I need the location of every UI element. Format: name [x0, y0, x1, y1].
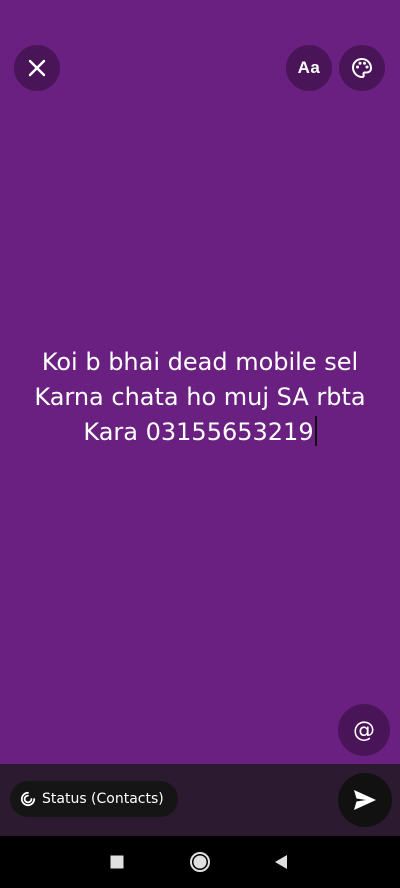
home-icon	[190, 852, 210, 872]
palette-icon	[351, 57, 373, 79]
bottom-bar: Status (Contacts)	[0, 764, 400, 836]
text-caret	[314, 416, 317, 446]
recents-button[interactable]	[101, 846, 133, 878]
system-navigation-bar	[0, 836, 400, 888]
status-audience-button[interactable]: Status (Contacts)	[10, 781, 178, 817]
recents-icon	[110, 855, 124, 869]
close-button[interactable]	[14, 45, 60, 91]
send-icon	[354, 790, 376, 810]
status-text-line-1: Koi b bhai dead mobile sel	[41, 348, 359, 376]
status-text-input[interactable]: Koi b bhai dead mobile sel Karna chata h…	[20, 345, 380, 450]
close-icon	[28, 59, 46, 77]
send-button[interactable]	[338, 773, 392, 827]
mention-icon: @	[353, 717, 375, 743]
status-ring-icon	[20, 791, 36, 807]
font-style-label: Aa	[297, 58, 321, 77]
font-style-button[interactable]: Aa	[286, 45, 332, 91]
status-text-line-2: Karna chata ho muj SA rbta	[34, 383, 366, 411]
mention-button[interactable]: @	[338, 704, 390, 756]
status-audience-label: Status (Contacts)	[42, 791, 164, 807]
status-text-line-3: Kara 03155653219	[83, 418, 314, 446]
back-button[interactable]	[265, 846, 297, 878]
background-color-button[interactable]	[339, 45, 385, 91]
back-icon	[275, 855, 287, 869]
home-button[interactable]	[184, 846, 216, 878]
status-compose-canvas[interactable]: Aa Koi b bhai dead mobile sel Karna chat…	[0, 0, 400, 764]
